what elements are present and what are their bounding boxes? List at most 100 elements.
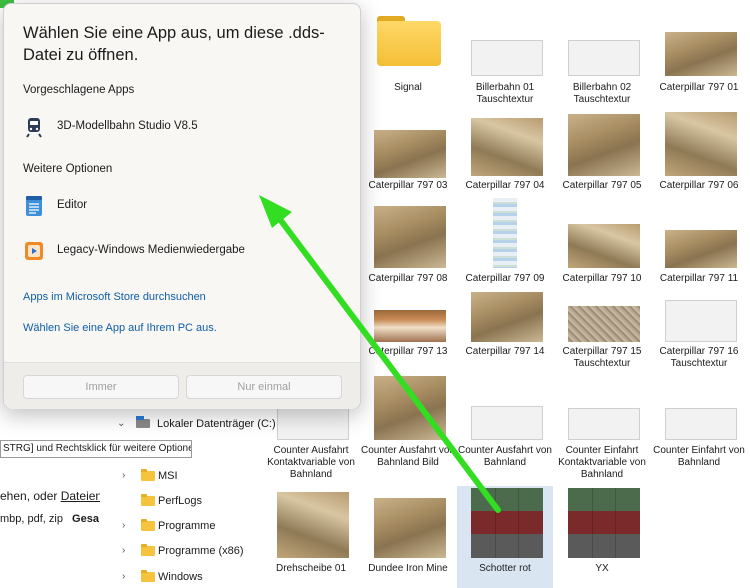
file-tile[interactable]: Caterpillar 797 10 bbox=[554, 200, 650, 290]
file-thumbnail bbox=[471, 292, 543, 342]
file-name: Caterpillar 797 09 bbox=[465, 273, 545, 284]
file-name: Billerbahn 01 Tauschtextur bbox=[475, 82, 535, 105]
file-tile[interactable]: Counter Ausfahrt von Bahnland Bild bbox=[360, 376, 456, 480]
file-name: Caterpillar 797 08 bbox=[368, 273, 448, 284]
just-once-button[interactable]: Nur einmal bbox=[186, 375, 342, 399]
file-tile[interactable]: Caterpillar 797 14 bbox=[457, 290, 553, 380]
tree-item-windows[interactable]: › Windows bbox=[100, 566, 260, 588]
file-tile-signal[interactable]: Signal bbox=[360, 10, 456, 100]
folder-icon bbox=[141, 570, 155, 582]
file-tile[interactable]: Counter Ausfahrt von Bahnland bbox=[457, 380, 553, 480]
suggested-apps-header: Vorgeschlagene Apps bbox=[23, 84, 135, 96]
file-name: Counter Ausfahrt Kontaktvariable von Bah… bbox=[267, 445, 355, 480]
file-thumbnail bbox=[471, 40, 543, 76]
file-thumbnail bbox=[665, 408, 737, 440]
media-player-icon bbox=[23, 240, 45, 262]
file-tile[interactable]: Caterpillar 797 08 bbox=[360, 200, 456, 290]
file-name: Caterpillar 797 04 bbox=[465, 180, 545, 191]
dialog-footer: Immer Nur einmal bbox=[4, 362, 360, 409]
file-thumbnail bbox=[471, 406, 543, 440]
folder-icon bbox=[141, 519, 155, 531]
file-tile[interactable]: Caterpillar 797 03 bbox=[360, 110, 456, 200]
chevron-right-icon[interactable]: › bbox=[122, 515, 125, 537]
file-tile[interactable]: YX bbox=[554, 488, 650, 588]
tree-item-label: Lokaler Datenträger (C:) bbox=[157, 418, 276, 430]
navigation-tree: ⌄ Lokaler Datenträger (C:) er › MSI Perf… bbox=[100, 408, 276, 588]
file-name: Counter Einfahrt von Bahnland bbox=[653, 445, 745, 468]
folder-icon bbox=[141, 469, 155, 481]
file-name: Schotter rot bbox=[479, 563, 531, 574]
app-option-3d-modellbahn[interactable]: 3D-Modellbahn Studio V8.5 bbox=[23, 114, 343, 142]
file-thumbnail bbox=[568, 114, 640, 176]
file-tile[interactable]: Counter Einfahrt Kontaktvariable von Bah… bbox=[554, 380, 650, 480]
file-thumbnail bbox=[471, 488, 543, 558]
dialog-title: Wählen Sie eine App aus, um diese .dds-D… bbox=[23, 24, 325, 64]
file-tile[interactable]: Caterpillar 797 04 bbox=[457, 110, 553, 200]
file-thumbnail bbox=[665, 230, 737, 268]
tree-item-label: PerfLogs bbox=[158, 495, 203, 507]
file-tile[interactable]: Caterpillar 797 05 bbox=[554, 110, 650, 200]
description-line: ehen, oder Dateien bbox=[0, 489, 102, 503]
file-tile[interactable]: Drehscheibe 01 bbox=[263, 490, 359, 588]
file-tile[interactable]: Caterpillar 797 09 bbox=[457, 198, 553, 290]
file-name: Caterpillar 797 13 bbox=[368, 346, 448, 357]
file-name: Signal bbox=[394, 82, 422, 93]
tree-item-programme-x86[interactable]: › Programme (x86) bbox=[100, 540, 260, 562]
choose-app-on-pc-link[interactable]: Wählen Sie eine App auf Ihrem PC aus. bbox=[23, 322, 217, 334]
file-tile-selected[interactable]: Schotter rot bbox=[457, 486, 553, 588]
file-tile[interactable]: Billerbahn 02 Tauschtextur bbox=[554, 10, 650, 110]
chevron-right-icon[interactable]: › bbox=[122, 566, 125, 588]
more-options-header: Weitere Optionen bbox=[23, 163, 113, 175]
file-tile[interactable]: Dundee Iron Mine bbox=[360, 490, 456, 588]
file-name: Counter Ausfahrt von Bahnland Bild bbox=[361, 445, 455, 468]
file-name: Caterpillar 797 16 Tauschtextur bbox=[659, 346, 739, 369]
app-option-editor[interactable]: Editor bbox=[23, 193, 343, 221]
file-tile[interactable]: Caterpillar 797 16 Tauschtextur bbox=[651, 290, 747, 380]
tree-item-perflogs[interactable]: PerfLogs bbox=[100, 490, 260, 512]
file-name: Caterpillar 797 06 bbox=[659, 180, 739, 191]
chevron-down-icon[interactable]: ⌄ bbox=[117, 413, 125, 435]
file-tile[interactable]: Billerbahn 01 Tauschtextur bbox=[457, 10, 553, 110]
drive-icon bbox=[136, 419, 150, 428]
files-link[interactable]: Dateien bbox=[61, 489, 102, 503]
always-button[interactable]: Immer bbox=[23, 375, 179, 399]
file-name: Caterpillar 797 05 bbox=[562, 180, 642, 191]
file-thumbnail bbox=[665, 300, 737, 342]
windows-logo-icon bbox=[136, 416, 144, 420]
tree-item-label: Programme bbox=[158, 520, 216, 532]
app-option-label: Editor bbox=[57, 199, 88, 211]
file-tile[interactable]: Caterpillar 797 13 bbox=[360, 290, 456, 380]
file-name: Counter Ausfahrt von Bahnland bbox=[458, 445, 552, 468]
file-thumbnail bbox=[665, 32, 737, 76]
chevron-right-icon[interactable]: › bbox=[122, 540, 125, 562]
file-tile[interactable]: Caterpillar 797 01 bbox=[651, 10, 747, 110]
file-thumbnail bbox=[665, 112, 737, 176]
app-option-media-player[interactable]: Legacy-Windows Medienwiedergabe bbox=[23, 238, 343, 266]
file-thumbnail bbox=[568, 224, 640, 268]
file-thumbnail bbox=[374, 206, 446, 268]
app-option-label: Legacy-Windows Medienwiedergabe bbox=[57, 244, 245, 256]
folder-icon bbox=[141, 544, 155, 556]
open-with-dialog: Wählen Sie eine App aus, um diese .dds-D… bbox=[3, 3, 361, 409]
file-thumbnail bbox=[568, 40, 640, 76]
file-thumbnail bbox=[374, 376, 446, 440]
tree-item-drive[interactable]: ⌄ Lokaler Datenträger (C:) bbox=[100, 413, 276, 435]
tree-item-programme[interactable]: › Programme bbox=[100, 515, 260, 537]
file-tile[interactable]: Caterpillar 797 06 bbox=[651, 110, 747, 200]
store-link[interactable]: Apps im Microsoft Store durchsuchen bbox=[23, 291, 206, 303]
file-types-text: mbp, pdf, zip bbox=[0, 513, 63, 525]
total-label: Gesa bbox=[72, 513, 99, 525]
app-option-label: 3D-Modellbahn Studio V8.5 bbox=[57, 120, 198, 132]
folder-icon bbox=[141, 494, 155, 506]
file-name: Counter Einfahrt Kontaktvariable von Bah… bbox=[558, 445, 646, 480]
file-tile[interactable]: Caterpillar 797 15 Tauschtextur bbox=[554, 290, 650, 380]
file-name: YX bbox=[595, 563, 609, 574]
file-thumbnail bbox=[471, 118, 543, 176]
file-tile[interactable]: Caterpillar 797 11 bbox=[651, 200, 747, 290]
chevron-right-icon[interactable]: › bbox=[122, 465, 125, 487]
file-thumbnail bbox=[374, 310, 446, 342]
file-thumbnail bbox=[568, 408, 640, 440]
file-name: Caterpillar 797 14 bbox=[465, 346, 545, 357]
tree-item-msi[interactable]: › MSI bbox=[100, 465, 260, 487]
file-tile[interactable]: Counter Einfahrt von Bahnland bbox=[651, 380, 747, 480]
